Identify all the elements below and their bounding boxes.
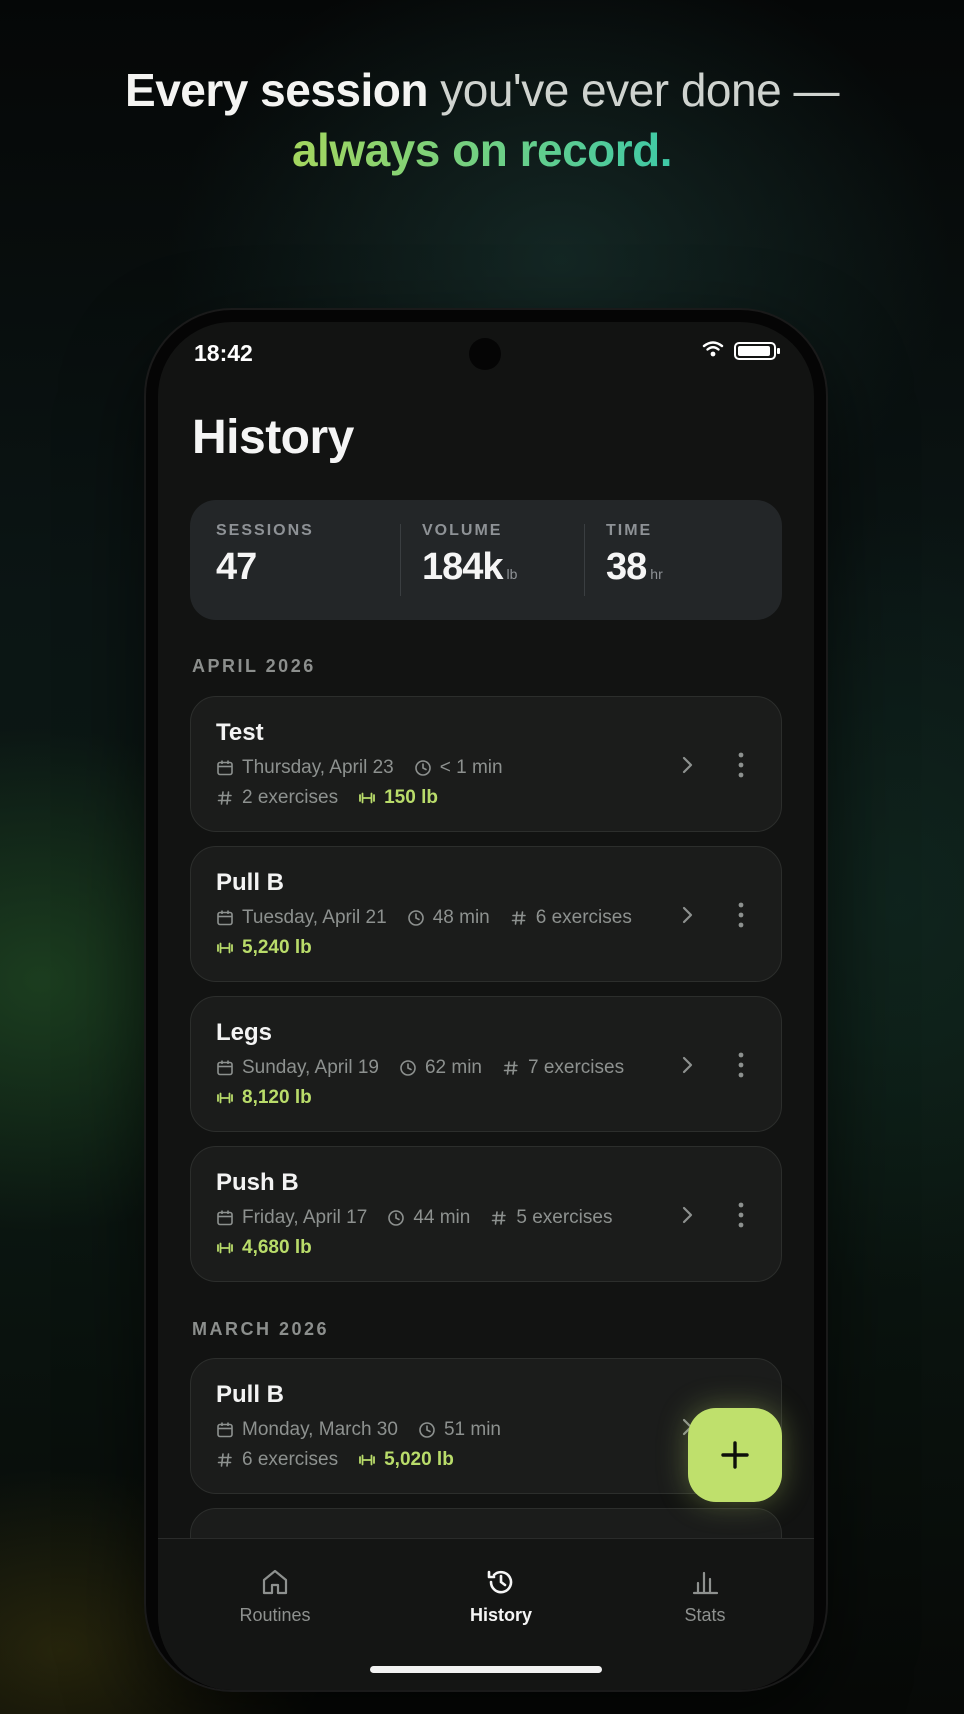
workout-duration: 62 min bbox=[424, 1057, 482, 1078]
workout-card[interactable]: Pull B Tuesday, April 21 48 min 6 exerci… bbox=[190, 846, 782, 982]
workout-volume: 5,240 lb bbox=[242, 937, 312, 958]
dumbbell-icon bbox=[217, 942, 233, 954]
workout-name: Push B bbox=[216, 1169, 299, 1196]
calendar-icon bbox=[217, 760, 233, 776]
home-indicator[interactable] bbox=[370, 1666, 602, 1673]
hash-icon bbox=[511, 911, 526, 925]
workout-duration: 51 min bbox=[443, 1419, 501, 1440]
workout-duration: < 1 min bbox=[439, 757, 503, 778]
wifi-icon bbox=[702, 341, 724, 357]
headline: Every session you've ever done — always … bbox=[0, 60, 964, 180]
workout-date: Sunday, April 19 bbox=[242, 1057, 379, 1078]
stat-unit: lb bbox=[506, 566, 518, 582]
more-options-icon[interactable] bbox=[737, 751, 745, 779]
camera-cutout bbox=[469, 338, 501, 370]
workout-name: Test bbox=[216, 719, 264, 746]
stat-value: 184k bbox=[422, 546, 504, 588]
nav-label: Routines bbox=[239, 1605, 311, 1625]
chevron-right-icon[interactable] bbox=[677, 753, 697, 777]
clock-icon bbox=[414, 760, 431, 776]
workout-exercises: 2 exercises bbox=[242, 787, 339, 808]
workout-volume: 8,120 lb bbox=[242, 1087, 312, 1108]
stat-volume: VOLUME 184k lb bbox=[422, 522, 517, 589]
nav-label: Stats bbox=[684, 1605, 726, 1625]
dumbbell-icon bbox=[217, 1092, 233, 1104]
nav-item-stats[interactable]: Stats bbox=[640, 1567, 770, 1626]
hash-icon bbox=[503, 1061, 518, 1075]
workout-date: Tuesday, April 21 bbox=[242, 907, 387, 928]
nav-item-routines[interactable]: Routines bbox=[210, 1567, 340, 1626]
stat-value: 47 bbox=[216, 546, 257, 588]
workout-volume: 150 lb bbox=[384, 787, 438, 808]
section-header-april: APRIL 2026 bbox=[192, 656, 316, 676]
headline-bold: Every session bbox=[125, 64, 428, 116]
clock-icon bbox=[388, 1210, 405, 1226]
more-options-icon[interactable] bbox=[737, 1051, 745, 1079]
workout-card[interactable]: Legs Sunday, April 19 62 min 7 exercises… bbox=[190, 996, 782, 1132]
stat-label: VOLUME bbox=[422, 522, 503, 539]
battery-icon bbox=[734, 342, 780, 360]
workout-card[interactable]: Test Thursday, April 23 < 1 min 2 exerci… bbox=[190, 696, 782, 832]
workout-duration: 48 min bbox=[432, 907, 490, 928]
workout-exercises: 7 exercises bbox=[528, 1057, 625, 1078]
status-bar: 18:42 bbox=[158, 322, 814, 378]
chevron-right-icon[interactable] bbox=[677, 903, 697, 927]
workout-exercises: 5 exercises bbox=[516, 1207, 613, 1228]
chevron-right-icon[interactable] bbox=[677, 1203, 697, 1227]
workout-date: Friday, April 17 bbox=[242, 1207, 368, 1228]
stat-unit: hr bbox=[650, 566, 663, 582]
dumbbell-icon bbox=[359, 1454, 376, 1466]
section-header-march: MARCH 2026 bbox=[192, 1319, 330, 1339]
calendar-icon bbox=[217, 910, 233, 926]
workout-date: Thursday, April 23 bbox=[242, 757, 394, 778]
workout-name: Legs bbox=[216, 1019, 273, 1046]
workout-exercises: 6 exercises bbox=[242, 1449, 339, 1470]
calendar-icon bbox=[217, 1060, 233, 1076]
more-options-icon[interactable] bbox=[737, 1201, 745, 1229]
nav-item-history[interactable]: History bbox=[436, 1567, 566, 1626]
workout-volume: 4,680 lb bbox=[242, 1237, 312, 1258]
workout-exercises: 6 exercises bbox=[535, 907, 632, 928]
headline-light: you've ever done — bbox=[427, 64, 839, 116]
chevron-right-icon[interactable] bbox=[677, 1053, 697, 1077]
hash-icon bbox=[217, 791, 232, 805]
headline-accent: always on record. bbox=[291, 124, 673, 176]
status-time: 18:42 bbox=[194, 340, 253, 366]
stat-time: TIME 38 hr bbox=[606, 522, 663, 589]
calendar-icon bbox=[217, 1422, 233, 1438]
workout-date: Monday, March 30 bbox=[242, 1419, 398, 1440]
workout-duration: 44 min bbox=[413, 1207, 471, 1228]
stat-sessions: SESSIONS 47 bbox=[216, 522, 314, 589]
stat-label: TIME bbox=[606, 522, 653, 539]
stat-divider bbox=[400, 524, 401, 596]
hash-icon bbox=[492, 1211, 507, 1225]
bar-chart-icon bbox=[692, 1571, 719, 1595]
hash-icon bbox=[217, 1453, 232, 1467]
workout-name: Pull B bbox=[216, 1381, 285, 1408]
stat-value: 38 bbox=[606, 546, 647, 588]
dumbbell-icon bbox=[217, 1242, 233, 1254]
workout-name: Pull B bbox=[216, 869, 285, 896]
home-icon bbox=[262, 1569, 288, 1595]
page-title: History bbox=[192, 411, 354, 464]
plus-icon bbox=[721, 1441, 749, 1469]
stats-summary-card: SESSIONS 47 VOLUME 184k lb TIME 38 hr bbox=[190, 500, 782, 620]
add-workout-button[interactable] bbox=[688, 1408, 782, 1502]
dumbbell-icon bbox=[359, 792, 376, 804]
more-options-icon[interactable] bbox=[737, 901, 745, 929]
workout-card[interactable]: Push B Friday, April 17 44 min 5 exercis… bbox=[190, 1146, 782, 1282]
phone-screen: 18:42 History SESSIONS 47 VOLUME 184k lb … bbox=[158, 322, 814, 1690]
clock-icon bbox=[419, 1422, 435, 1438]
stat-divider bbox=[584, 524, 585, 596]
calendar-icon bbox=[217, 1210, 233, 1226]
nav-label: History bbox=[469, 1605, 532, 1625]
clock-icon bbox=[407, 910, 424, 926]
workout-volume: 5,020 lb bbox=[384, 1449, 454, 1470]
stat-label: SESSIONS bbox=[216, 522, 314, 539]
clock-icon bbox=[400, 1060, 416, 1076]
history-icon bbox=[487, 1570, 513, 1594]
